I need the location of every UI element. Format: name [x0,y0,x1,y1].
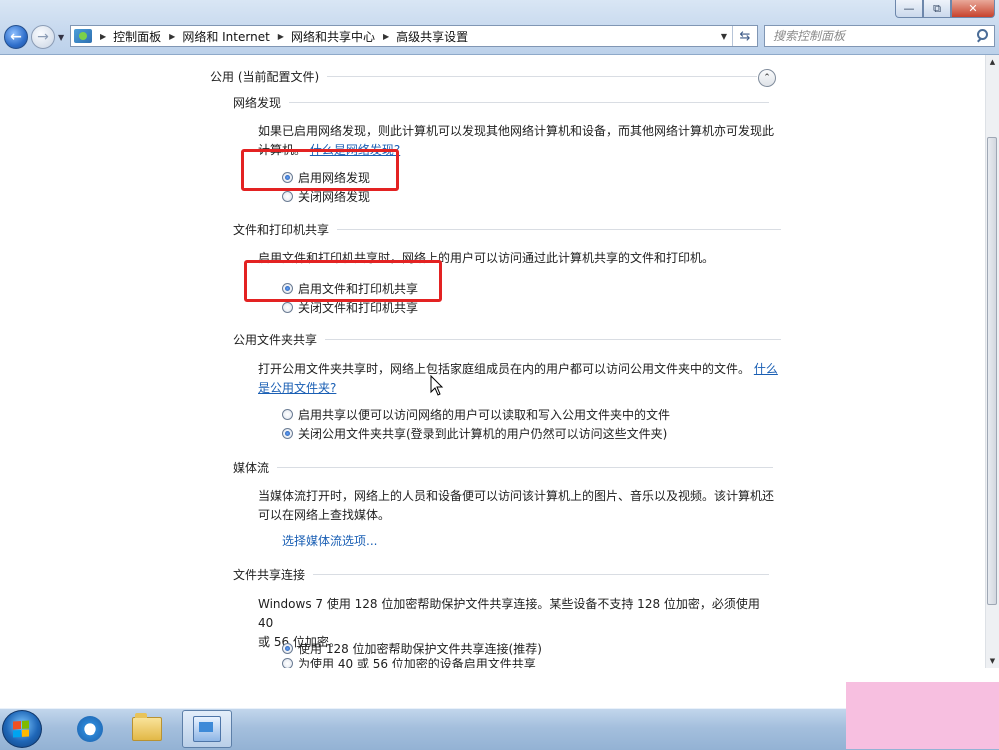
breadcrumb: ▶ 控制面板 ▶ 网络和 Internet ▶ 网络和共享中心 ▶ 高级共享设置 [92,28,468,45]
radio-label: 为使用 40 或 56 位加密的设备启用文件共享 [298,658,536,668]
description-line: 可以在网络上查找媒体。 [258,508,391,522]
divider [327,76,758,77]
radio-enable-public-folder-sharing[interactable]: 启用共享以便可以访问网络的用户可以读取和写入公用文件夹中的文件 [282,406,670,423]
minimize-button[interactable]: — [895,0,923,18]
breadcrumb-advanced-sharing[interactable]: 高级共享设置 [396,28,468,45]
description-line: 如果已启用网络发现，则此计算机可以发现其他网络计算机和设备，而其他网络计算机亦可… [258,124,775,138]
address-dropdown-icon[interactable]: ▼ [721,32,727,41]
section-file-sharing-connections: 文件共享连接 [233,566,770,583]
folder-icon [132,713,162,741]
what-is-public-folder-link-cont[interactable]: 是公用文件夹? [258,381,336,395]
section-network-discovery: 网络发现 [233,94,770,111]
section-heading: 公用文件夹共享 [233,333,318,347]
search-box[interactable] [764,25,995,47]
radio-selected-icon[interactable] [282,643,293,654]
divider [325,339,782,340]
search-input[interactable] [765,26,974,46]
watermark-logo [846,682,999,749]
radio-unselected-icon[interactable] [282,191,293,202]
mouse-cursor-icon [430,375,444,396]
taskbar-internet-explorer[interactable]: e [65,710,115,748]
forward-arrow-icon: → [37,29,49,45]
back-button[interactable]: ← [4,25,28,49]
breadcrumb-control-panel[interactable]: 控制面板 [113,28,161,45]
red-highlight-box [244,260,442,302]
taskbar-windows-explorer[interactable] [122,710,172,748]
what-is-public-folder-link[interactable]: 什么 [754,362,778,376]
scroll-up-icon[interactable]: ▲ [987,55,998,69]
section-media-streaming: 媒体流 [233,459,774,476]
radio-label: 关闭公用文件夹共享(登录到此计算机的用户仍然可以访问这些文件夹) [298,427,668,441]
search-icon[interactable] [974,28,990,44]
public-folder-sharing-description: 打开公用文件夹共享时，网络上包括家庭组成员在内的用户都可以访问公用文件夹中的文件… [258,360,778,398]
scroll-thumb[interactable] [987,137,997,605]
description-line: 打开公用文件夹共享时，网络上包括家庭组成员在内的用户都可以访问公用文件夹中的文件… [258,362,778,376]
breadcrumb-network-sharing-center[interactable]: 网络和共享中心 [291,28,375,45]
description-line: 是公用文件夹? [258,379,778,398]
maximize-button[interactable]: ⧉ [923,0,951,18]
radio-disable-public-folder-sharing[interactable]: 关闭公用文件夹共享(登录到此计算机的用户仍然可以访问这些文件夹) [282,425,667,442]
refresh-icon[interactable]: ⇆ [732,26,757,46]
radio-unselected-icon[interactable] [282,658,293,668]
section-heading: 文件共享连接 [233,568,306,582]
breadcrumb-chevron-icon[interactable]: ▶ [100,32,106,41]
close-button[interactable]: ✕ [951,0,995,18]
divider [277,467,774,468]
scroll-down-icon[interactable]: ▼ [987,654,998,668]
divider [313,574,770,575]
profile-title: 公用 (当前配置文件) [210,70,320,84]
breadcrumb-chevron-icon[interactable]: ▶ [278,32,284,41]
radio-label: 使用 128 位加密帮助保护文件共享连接(推荐) [298,642,542,656]
section-heading: 网络发现 [233,96,282,110]
section-file-printer-sharing: 文件和打印机共享 [233,221,782,238]
radio-unselected-icon[interactable] [282,409,293,420]
divider [289,102,770,103]
radio-label: 启用共享以便可以访问网络的用户可以读取和写入公用文件夹中的文件 [298,408,671,422]
taskbar-control-panel[interactable] [182,710,232,748]
control-panel-icon [193,716,221,742]
vertical-scrollbar[interactable]: ▲ ▼ [985,55,999,668]
radio-128-bit-encryption[interactable]: 使用 128 位加密帮助保护文件共享连接(推荐) [282,640,542,657]
radio-selected-icon[interactable] [282,428,293,439]
radio-40-56-bit-encryption[interactable]: 为使用 40 或 56 位加密的设备启用文件共享 [282,658,536,668]
media-streaming-options-row: 选择媒体流选项... [282,532,377,549]
recent-pages-dropdown[interactable]: ▼ [58,33,64,42]
breadcrumb-chevron-icon[interactable]: ▶ [383,32,389,41]
collapse-profile-button[interactable]: ⌃ [758,69,776,87]
divider [337,229,782,230]
section-public-folder-sharing: 公用文件夹共享 [233,331,782,348]
breadcrumb-chevron-icon[interactable]: ▶ [169,32,175,41]
breadcrumb-network-internet[interactable]: 网络和 Internet [182,28,269,45]
control-panel-icon [74,29,92,43]
profile-header: 公用 (当前配置文件) [210,68,758,85]
section-heading: 文件和打印机共享 [233,223,330,237]
windows-logo-icon [13,720,29,738]
choose-media-streaming-options-link[interactable]: 选择媒体流选项... [282,532,377,549]
internet-explorer-icon: e [77,716,103,742]
radio-unselected-icon[interactable] [282,302,293,313]
media-streaming-description: 当媒体流打开时，网络上的人员和设备便可以访问该计算机上的图片、音乐以及视频。该计… [258,487,778,525]
chevron-up-icon: ⌃ [763,73,771,83]
window-controls: — ⧉ ✕ [895,0,995,18]
red-highlight-box [241,149,399,191]
address-bar[interactable]: ▶ 控制面板 ▶ 网络和 Internet ▶ 网络和共享中心 ▶ 高级共享设置… [70,25,758,47]
description-line: 当媒体流打开时，网络上的人员和设备便可以访问该计算机上的图片、音乐以及视频。该计… [258,489,775,503]
back-arrow-icon: ← [10,29,22,45]
description-line: Windows 7 使用 128 位加密帮助保护文件共享连接。某些设备不支持 1… [258,597,760,630]
forward-button[interactable]: → [31,25,55,49]
section-heading: 媒体流 [233,461,270,475]
